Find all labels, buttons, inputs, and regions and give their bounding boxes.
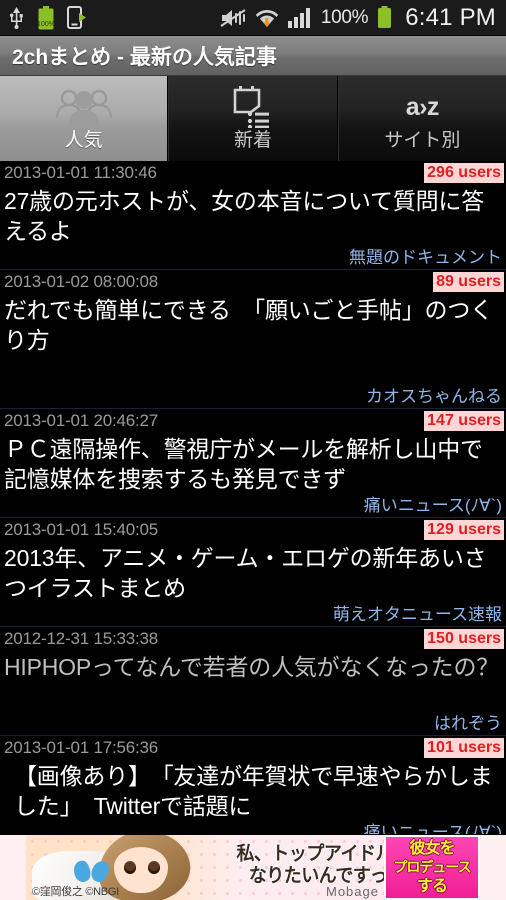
list-item-header: 2013-01-01 17:56:36 101 users bbox=[4, 738, 504, 760]
list-item-title: HIPHOPってなんで若者の人気がなくなったの？ bbox=[4, 654, 500, 680]
list-item[interactable]: 2013-01-01 17:56:36 101 users 【画像あり】 「友達… bbox=[0, 736, 506, 845]
list-item-site: 痛いニュース(ﾉ∀`) bbox=[363, 496, 502, 515]
app-title-bar: 2chまとめ - 最新の人気記事 bbox=[0, 36, 506, 76]
list-item-header: 2013-01-02 08:00:08 89 users bbox=[4, 272, 504, 294]
list-item-title: 【画像あり】 「友達が年賀状で早速やらかしました」 Twitterで話題に bbox=[14, 763, 493, 819]
list-item-date: 2012-12-31 15:33:38 bbox=[4, 629, 159, 648]
list-item-site: はれぞう bbox=[434, 714, 502, 733]
status-bar-left-icons: 100% bbox=[8, 5, 87, 30]
article-list[interactable]: 2013-01-01 11:30:46 296 users 27歳の元ホストが、… bbox=[0, 161, 506, 900]
list-item[interactable]: 2013-01-01 20:46:27 147 users ＰＣ遠隔操作、警視庁… bbox=[0, 409, 506, 518]
status-badge: 89 users bbox=[433, 272, 504, 292]
signal-bars-icon bbox=[287, 7, 310, 28]
tab-popular[interactable]: 人気 bbox=[0, 76, 169, 161]
list-item-date: 2013-01-01 15:40:05 bbox=[4, 520, 159, 539]
ad-brand-label: Mobage bbox=[326, 884, 379, 899]
ad-cta-line-3: する bbox=[416, 878, 448, 895]
status-badge: 150 users bbox=[424, 629, 504, 649]
mute-vibrate-icon bbox=[220, 8, 246, 27]
ad-cta-line-2: プロデュース bbox=[393, 859, 471, 875]
ad-cta-line-1: 彼女を bbox=[409, 840, 455, 857]
tab-new[interactable]: 新着 bbox=[168, 76, 338, 161]
status-bar: 100% 100% 6:41 PM bbox=[0, 0, 506, 36]
battery-charging-icon: 100% bbox=[37, 5, 55, 29]
list-item[interactable]: 2013-01-01 15:40:05 129 users 2013年、アニメ・… bbox=[0, 518, 506, 627]
ad-banner[interactable]: ©窪岡俊之 ©NBGI 私、トップアイドルに なりたいんですっ!! Mobage… bbox=[0, 834, 506, 900]
page-title: 2chまとめ - 最新の人気記事 bbox=[12, 45, 277, 69]
battery-percent-label: 100% bbox=[320, 6, 369, 28]
list-item-header: 2012-12-31 15:33:38 150 users bbox=[4, 629, 504, 651]
list-item-date: 2013-01-01 11:30:46 bbox=[4, 163, 157, 182]
list-item-header: 2013-01-01 11:30:46 296 users bbox=[4, 163, 504, 185]
list-item-date: 2013-01-01 17:56:36 bbox=[4, 738, 159, 757]
list-item-site: 萌えオタニュース速報 bbox=[332, 605, 502, 624]
a-to-z-icon: a›z bbox=[405, 85, 440, 129]
tab-by-site[interactable]: a›z サイト別 bbox=[337, 76, 506, 161]
list-item-date: 2013-01-01 20:46:27 bbox=[4, 411, 159, 430]
status-badge: 101 users bbox=[424, 738, 504, 758]
list-item-title: 2013年、アニメ・ゲーム・エロゲの新年あいさつイラストまとめ bbox=[4, 545, 487, 601]
list-item-site: カオスちゃんねる bbox=[366, 387, 502, 406]
usb-icon bbox=[9, 6, 23, 29]
ad-copyright: ©窪岡俊之 ©NBGI bbox=[32, 886, 119, 898]
list-item-header: 2013-01-01 15:40:05 129 users bbox=[4, 520, 504, 542]
a-to-z-icon-text: a›z bbox=[405, 92, 440, 121]
list-item-header: 2013-01-01 20:46:27 147 users bbox=[4, 411, 504, 433]
tab-bar: 人気 新着 a›z サイト別 bbox=[0, 76, 506, 163]
wifi-download-icon bbox=[255, 10, 279, 27]
ad-banner-inner: ©窪岡俊之 ©NBGI 私、トップアイドルに なりたいんですっ!! Mobage… bbox=[26, 835, 480, 900]
app-root: 100% 100% 6:41 PM 2chまとめ - 最新の人気記事 人気 新着… bbox=[0, 0, 506, 900]
battery-icon bbox=[378, 6, 392, 28]
status-bar-right-icons: 100% 6:41 PM bbox=[220, 4, 496, 32]
list-item[interactable]: 2012-12-31 15:33:38 150 users HIPHOPってなん… bbox=[0, 627, 506, 736]
list-item-title: ＰＣ遠隔操作、警視庁がメールを解析し山中で記憶媒体を捜索するも発見できず bbox=[4, 436, 483, 492]
status-badge: 147 users bbox=[424, 411, 504, 431]
list-item-date: 2013-01-02 08:00:08 bbox=[4, 272, 159, 291]
list-item[interactable]: 2013-01-02 08:00:08 89 users だれでも簡単にできる … bbox=[0, 270, 506, 409]
ad-cta-button[interactable]: 彼女を プロデュース する bbox=[384, 835, 480, 900]
tab-popular-label: 人気 bbox=[64, 130, 103, 151]
device-share-icon bbox=[67, 6, 86, 29]
list-item-site: 無題のドキュメント bbox=[349, 248, 502, 267]
note-list-icon bbox=[231, 85, 275, 129]
tab-by-site-label: サイト別 bbox=[384, 130, 461, 151]
list-item-title: だれでも簡単にできる 「願いごと手帖」のつくり方 bbox=[4, 297, 493, 353]
list-item-title: 27歳の元ホストが、女の本音について質問に答えるよ bbox=[4, 188, 485, 244]
status-bar-clock: 6:41 PM bbox=[405, 3, 496, 31]
tab-new-label: 新着 bbox=[233, 130, 272, 151]
people-group-icon bbox=[53, 85, 115, 129]
svg-text:100%: 100% bbox=[37, 21, 55, 28]
status-badge: 296 users bbox=[424, 163, 504, 183]
list-item[interactable]: 2013-01-01 11:30:46 296 users 27歳の元ホストが、… bbox=[0, 161, 506, 270]
status-badge: 129 users bbox=[424, 520, 504, 540]
